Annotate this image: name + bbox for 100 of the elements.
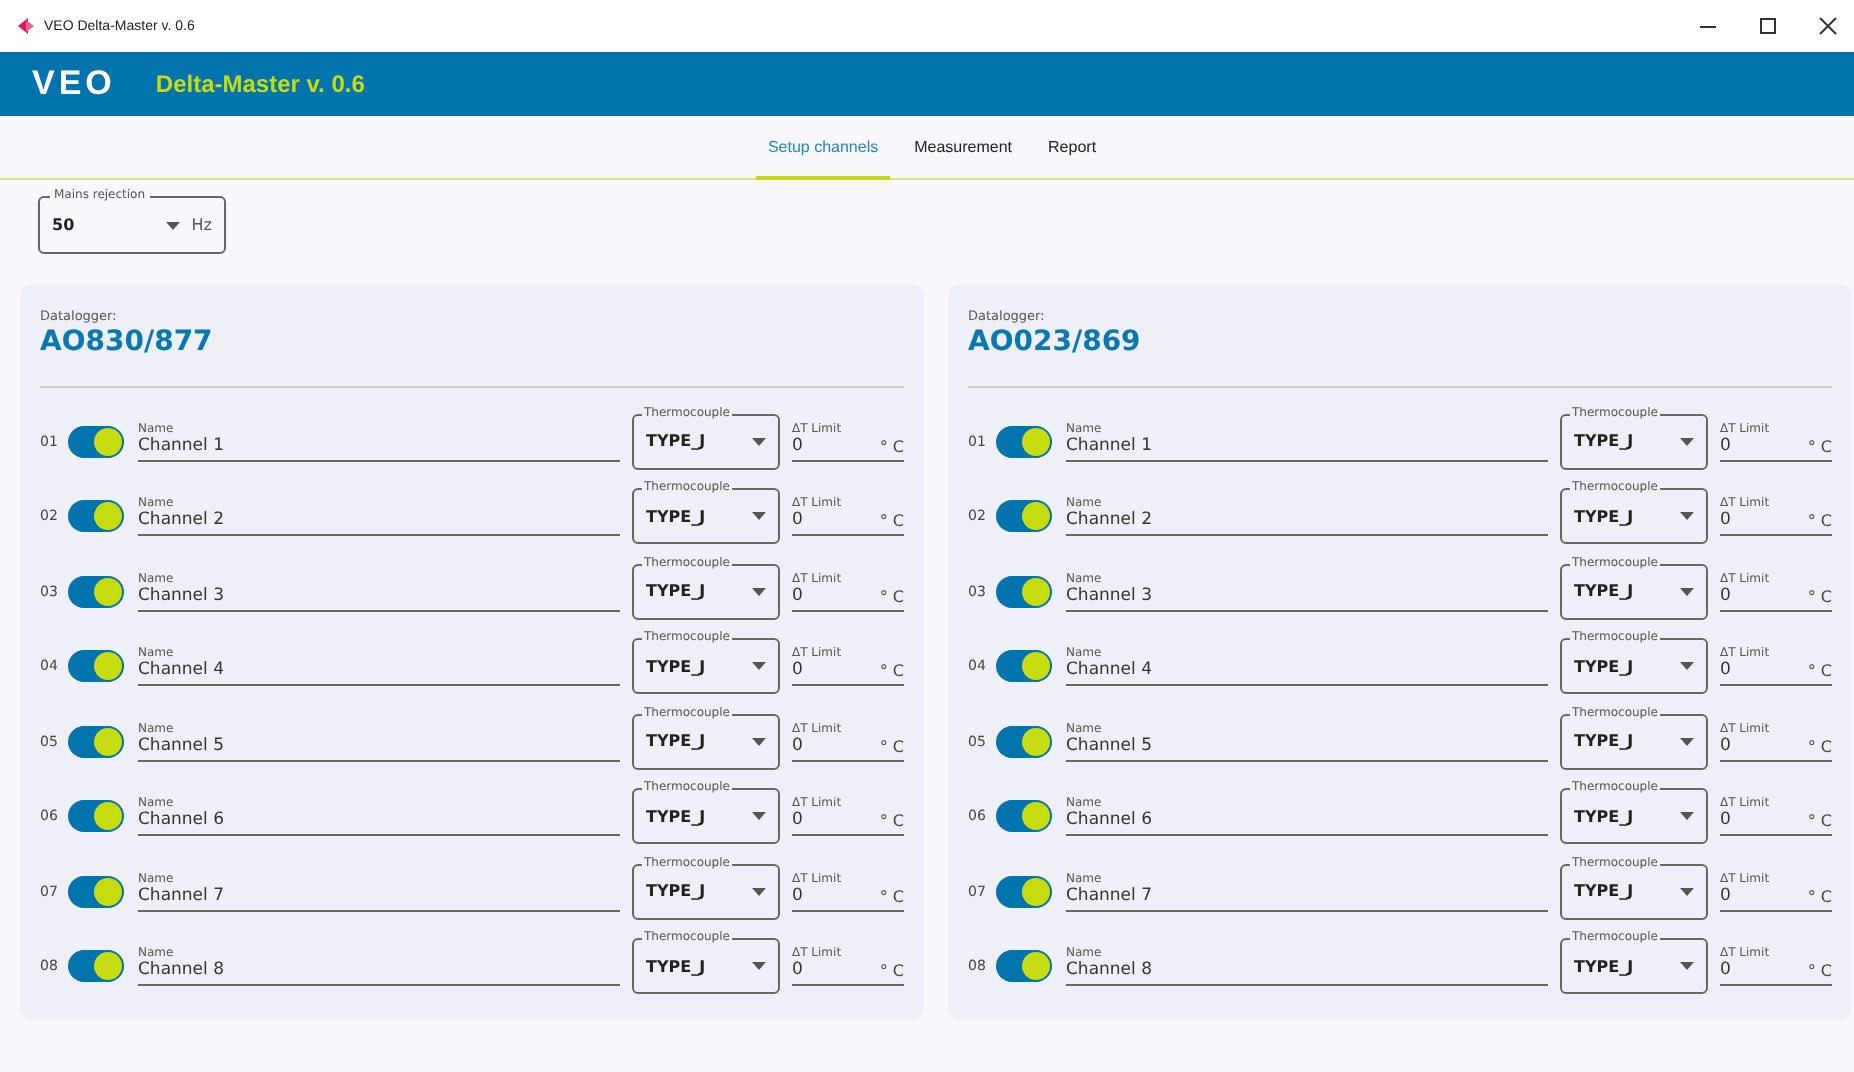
unit-label: ° C [1807, 662, 1832, 681]
caret-icon [1680, 812, 1694, 821]
unit-label: ° C [879, 887, 904, 906]
select-value: TYPE_J [646, 657, 708, 676]
field-value: 0 [792, 585, 803, 606]
channel-toggle[interactable] [996, 950, 1052, 983]
caret-icon [752, 812, 766, 821]
field-value: Channel 7 [138, 885, 227, 906]
field-value: Channel 6 [138, 810, 227, 831]
unit-label: ° C [1807, 887, 1832, 906]
channel-toggle[interactable] [68, 575, 124, 608]
unit-label: ° C [879, 812, 904, 831]
unit-label: ° C [1807, 812, 1832, 831]
caret-icon [1680, 962, 1694, 971]
field-value: Channel 7 [1066, 885, 1155, 906]
unit-label: ° C [1807, 737, 1832, 756]
channel-toggle[interactable] [68, 800, 124, 833]
unit-label: ° C [1807, 512, 1832, 531]
field-value: Channel 4 [1066, 660, 1155, 681]
channel-toggle[interactable] [996, 875, 1052, 908]
field-value: Channel 2 [1066, 510, 1155, 531]
field-value: 0 [792, 660, 803, 681]
caret-icon [1680, 437, 1694, 446]
field-value: Channel 2 [138, 510, 227, 531]
caret-icon [752, 437, 766, 446]
unit-label: ° C [879, 662, 904, 681]
field-value: 0 [1720, 510, 1731, 531]
maximize-icon[interactable] [1758, 16, 1778, 36]
caret-icon [1680, 587, 1694, 596]
field-value: Channel 3 [1066, 585, 1155, 606]
caret-icon [752, 962, 766, 971]
select-value: TYPE_J [646, 882, 708, 901]
field-value: Channel 4 [138, 660, 227, 681]
channel-toggle[interactable] [996, 725, 1052, 758]
select-value: TYPE_J [646, 732, 708, 751]
unit-label: ° C [1807, 962, 1832, 981]
app-title: Delta-Master v. 0.6 [155, 70, 365, 98]
caret-icon [752, 662, 766, 671]
field-value: 0 [792, 810, 803, 831]
tab[interactable]: Measurement [902, 116, 1025, 180]
field-value: 0 [792, 735, 803, 756]
select-value: TYPE_J [1574, 432, 1636, 451]
field-value: Channel 3 [138, 585, 227, 606]
channel-toggle[interactable] [996, 575, 1052, 608]
select-value: TYPE_J [1574, 582, 1636, 601]
caret-icon [1680, 662, 1694, 671]
field-value: Channel 5 [138, 735, 227, 756]
field-value: 0 [792, 435, 803, 456]
select-value: 50 [52, 216, 77, 234]
field-value: Channel 6 [1066, 810, 1155, 831]
caret-icon [752, 587, 766, 596]
select-value: TYPE_J [1574, 807, 1636, 826]
caret-icon [165, 221, 180, 229]
field-value: 0 [1720, 660, 1731, 681]
field-value: 0 [1720, 435, 1731, 456]
field-value: Channel 8 [1066, 960, 1155, 981]
channel-toggle[interactable] [68, 650, 124, 683]
select-value: TYPE_J [1574, 957, 1636, 976]
unit-label: ° C [879, 512, 904, 531]
channel-toggle[interactable] [68, 950, 124, 983]
unit-label: ° C [879, 437, 904, 456]
caret-icon [752, 737, 766, 746]
channel-toggle[interactable] [68, 425, 124, 458]
field-value: 0 [1720, 735, 1731, 756]
unit-label: ° C [879, 587, 904, 606]
select-value: TYPE_J [646, 432, 708, 451]
datalogger-id: AO830/877 [40, 326, 215, 358]
select-value: TYPE_J [646, 507, 708, 526]
close-icon[interactable] [1818, 16, 1838, 36]
caret-icon [1680, 887, 1694, 896]
select-value: TYPE_J [646, 582, 708, 601]
channel-toggle[interactable] [996, 650, 1052, 683]
select-value: TYPE_J [646, 807, 708, 826]
tab[interactable]: Report [1036, 116, 1109, 180]
unit-label: ° C [879, 962, 904, 981]
channel-toggle[interactable] [68, 875, 124, 908]
field-value: 0 [1720, 810, 1731, 831]
caret-icon [752, 512, 766, 521]
field-value: Channel 1 [138, 435, 227, 456]
app-icon [16, 16, 36, 36]
datalogger-id: AO023/869 [968, 326, 1143, 358]
unit-label: ° C [1807, 587, 1832, 606]
field-value: Channel 8 [138, 960, 227, 981]
tab[interactable]: Setup channels [755, 116, 891, 180]
caret-icon [1680, 737, 1694, 746]
field-value: 0 [1720, 885, 1731, 906]
channel-toggle[interactable] [996, 800, 1052, 833]
logo: VEO [32, 64, 116, 104]
caret-icon [752, 887, 766, 896]
caret-icon [1680, 512, 1694, 521]
select-value: TYPE_J [1574, 882, 1636, 901]
unit-label: Hz [191, 216, 212, 234]
field-value: 0 [792, 510, 803, 531]
field-value: 0 [792, 960, 803, 981]
unit-label: ° C [879, 737, 904, 756]
channel-toggle[interactable] [68, 500, 124, 533]
unit-label: ° C [1807, 437, 1832, 456]
channel-toggle[interactable] [996, 500, 1052, 533]
channel-toggle[interactable] [68, 725, 124, 758]
channel-toggle[interactable] [996, 425, 1052, 458]
